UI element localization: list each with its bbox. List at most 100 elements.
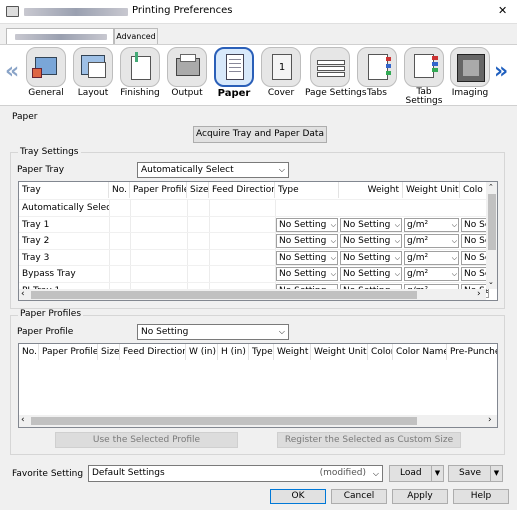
paper-tray-select[interactable]: Automatically Select ⌵ [137,162,289,178]
profiles-grid[interactable]: No. Paper Profile Size Feed Direction W … [18,343,498,428]
chevron-down-icon[interactable]: ⌄ [488,278,494,286]
column-header[interactable]: Pre-Punche [447,344,497,360]
color-select[interactable]: No Se [461,250,489,265]
category-page-settings[interactable]: Page Settings [305,45,367,98]
chevron-down-icon[interactable]: ▼ [490,466,502,481]
ok-button[interactable]: OK [270,489,326,504]
tray-horizontal-scrollbar[interactable]: ‹ › [19,289,486,300]
load-label: Load [400,468,422,478]
weight-unit-select[interactable]: g/m²⌵ [404,217,459,232]
chevron-down-icon: ⌵ [330,270,336,278]
category-layout[interactable]: Layout [70,45,116,98]
type-select[interactable]: No Setting⌵ [276,267,338,281]
column-header[interactable]: Color Name [393,344,447,360]
weight-unit-select[interactable]: g/m²⌵ [404,250,459,265]
favorite-setting-select[interactable]: Default Settings (modified) ⌵ [88,465,383,482]
color-select[interactable]: No Se [461,217,489,232]
chevron-left-icon[interactable]: ‹ [21,415,25,425]
load-button[interactable]: Load ▼ [389,465,444,482]
column-header[interactable]: Size [98,344,120,360]
type-select[interactable]: No Setting⌵ [276,250,338,265]
color-select[interactable]: No Se [461,234,489,248]
register-custom-size-button[interactable]: Register the Selected as Custom Size [277,432,461,448]
chevron-up-icon[interactable]: ⌃ [488,183,494,191]
tray-name-cell: Tray 2 [22,236,50,246]
paper-profile-label: Paper Profile [17,327,74,337]
weight-select[interactable]: No Setting⌵ [340,267,402,281]
column-header[interactable]: Feed Direction [209,182,275,198]
tray-vertical-scrollbar[interactable]: ⌃ ⌄ [486,182,497,289]
category-paper[interactable]: Paper [211,45,257,99]
table-row[interactable]: Automatically Select [19,199,486,216]
printer-icon [6,6,19,17]
weight-unit-select[interactable]: g/m²⌵ [404,234,459,248]
column-header[interactable]: Tray [19,182,109,198]
table-row[interactable]: Tray 1 No Setting ⌵ No Setting ⌵ g/m² ⌵ No Se [19,215,489,233]
close-button[interactable]: ✕ [498,4,507,17]
chevron-down-icon: ⌵ [451,270,457,278]
acquire-tray-button[interactable]: Acquire Tray and Paper Data [193,126,327,143]
column-header[interactable]: Paper Profile [130,182,187,198]
chevron-down-icon: ⌵ [394,270,400,278]
apply-button[interactable]: Apply [392,489,448,504]
column-header[interactable]: Weight Unit [403,182,460,198]
column-header[interactable]: Feed Direction [120,344,186,360]
weight-select[interactable]: No Setting⌵ [340,234,402,248]
chevron-down-icon[interactable]: ▼ [431,466,443,481]
paper-profile-select[interactable]: No Setting ⌵ [137,324,289,340]
category-tab-settings[interactable]: Tab Settings [401,45,447,106]
chevron-down-icon: ⌵ [394,253,400,262]
color-select[interactable]: No Se [461,267,489,281]
chevron-left-icon[interactable]: ‹ [21,289,25,299]
category-cover[interactable]: 1 Cover [258,45,304,98]
chevron-right-icon[interactable]: › [488,415,492,425]
column-header[interactable]: Type [275,182,339,198]
category-output[interactable]: Output [164,45,210,98]
cancel-button[interactable]: Cancel [331,489,387,504]
scroll-thumb[interactable] [31,291,417,299]
type-select[interactable]: No Setting⌵ [276,217,338,232]
tab-advanced[interactable]: Advanced [114,28,158,44]
column-header[interactable]: Weight [274,344,311,360]
column-header[interactable]: Color [368,344,393,360]
save-button[interactable]: Save ▼ [448,465,503,482]
table-row[interactable]: Tray 3 No Setting ⌵ No Setting ⌵ g/m² ⌵ No Se [19,248,489,266]
column-header[interactable]: No. [19,344,39,360]
tray-grid[interactable]: Tray No. Paper Profile Size Feed Directi… [18,181,498,301]
type-select[interactable]: No Setting⌵ [276,234,338,248]
use-selected-profile-button[interactable]: Use the Selected Profile [55,432,238,448]
column-divider [109,266,110,282]
scroll-left-icon[interactable]: « [5,59,19,84]
chevron-right-icon[interactable]: › [477,289,481,299]
weight-select[interactable]: No Setting⌵ [340,250,402,265]
category-tabs[interactable]: Tabs [354,45,400,98]
column-header[interactable]: No. [109,182,130,198]
category-imaging[interactable]: Imaging [447,45,493,98]
scroll-thumb[interactable] [488,194,496,250]
category-label: Paper [217,88,251,99]
weight-unit-select[interactable]: g/m²⌵ [404,267,459,281]
category-label: General [28,88,64,98]
scroll-thumb[interactable] [31,417,417,425]
tray-name-cell: Automatically Select [22,203,109,213]
tab-settings-icon [404,47,444,87]
paper-tray-value: Automatically Select [141,165,234,175]
column-header[interactable]: Size [187,182,209,198]
column-divider [109,249,110,266]
column-header[interactable]: W (in) [186,344,218,360]
category-general[interactable]: General [23,45,69,98]
help-button[interactable]: Help [453,489,509,504]
table-row[interactable]: Bypass Tray No Setting ⌵ No Setting ⌵ g/m² ⌵ No… [19,265,489,282]
column-header[interactable]: Weight Unit [311,344,368,360]
tab-main[interactable] [6,28,114,44]
column-header[interactable]: Weight [339,182,403,198]
column-header[interactable]: Paper Profile [39,344,98,360]
column-header[interactable]: H (in) [218,344,249,360]
category-finishing[interactable]: Finishing [117,45,163,98]
paper-profiles-label: Paper Profiles [18,309,84,319]
weight-select[interactable]: No Setting⌵ [340,217,402,232]
table-row[interactable]: Tray 2 No Setting ⌵ No Setting ⌵ g/m² ⌵ No Se [19,232,489,249]
profiles-horizontal-scrollbar[interactable]: ‹ › [19,415,497,427]
scroll-right-icon[interactable]: » [494,59,508,84]
column-header[interactable]: Type [249,344,274,360]
